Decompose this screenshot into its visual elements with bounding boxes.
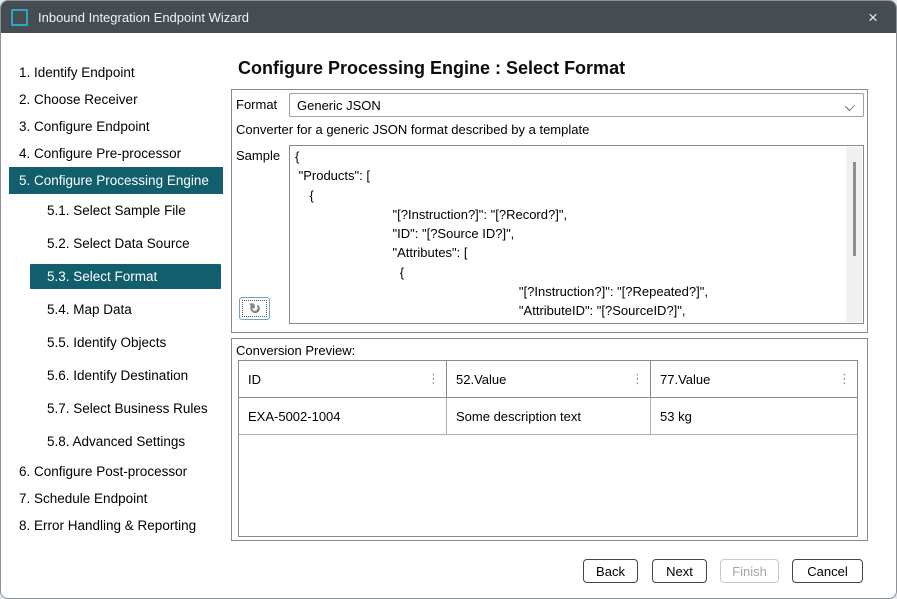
sidebar-item[interactable]: 5.7. Select Business Rules bbox=[1, 392, 231, 425]
table-header-row: ID ⋮ 52.Value ⋮ 77.Value ⋮ bbox=[239, 361, 857, 398]
column-menu-icon[interactable]: ⋮ bbox=[631, 373, 644, 386]
next-button[interactable]: Next bbox=[652, 559, 707, 583]
conversion-preview-label: Conversion Preview: bbox=[236, 343, 355, 358]
sidebar-item-label: 2. Choose Receiver bbox=[19, 92, 138, 107]
column-header-label: 52.Value bbox=[456, 372, 506, 387]
sidebar-item[interactable]: 5.3. Select Format bbox=[1, 260, 231, 293]
table-cell: 53 kg bbox=[651, 398, 857, 434]
column-header[interactable]: ID ⋮ bbox=[239, 361, 447, 397]
window-title: Inbound Integration Endpoint Wizard bbox=[38, 10, 249, 25]
back-button[interactable]: Back bbox=[583, 559, 638, 583]
format-dropdown-value: Generic JSON bbox=[297, 98, 381, 113]
wizard-dialog: Inbound Integration Endpoint Wizard × 1.… bbox=[0, 0, 897, 599]
sidebar-item-label: 8. Error Handling & Reporting bbox=[19, 518, 196, 533]
table-row[interactable]: EXA-5002-1004Some description text53 kg bbox=[239, 398, 857, 435]
format-description: Converter for a generic JSON format desc… bbox=[236, 122, 589, 137]
refresh-icon: ↻ bbox=[249, 302, 261, 316]
sidebar-item[interactable]: 5. Configure Processing Engine bbox=[9, 167, 223, 194]
chevron-down-icon bbox=[845, 101, 855, 111]
column-header-label: 77.Value bbox=[660, 372, 710, 387]
sidebar-item[interactable]: 6. Configure Post-processor bbox=[1, 458, 231, 485]
sidebar-item[interactable]: 5.2. Select Data Source bbox=[1, 227, 231, 260]
sidebar-item[interactable]: 8. Error Handling & Reporting bbox=[1, 512, 231, 539]
sidebar-item-label: 5.7. Select Business Rules bbox=[47, 401, 208, 416]
column-header[interactable]: 52.Value ⋮ bbox=[447, 361, 651, 397]
sample-scrollbar-thumb[interactable] bbox=[853, 162, 856, 256]
sample-code: { "Products": [ { "[?Instruction?]": "[?… bbox=[290, 146, 863, 324]
sidebar-item[interactable]: 5.1. Select Sample File bbox=[1, 194, 231, 227]
table-cell: EXA-5002-1004 bbox=[239, 398, 447, 434]
title-bar: Inbound Integration Endpoint Wizard × bbox=[1, 1, 896, 33]
sidebar-item-label: 5.2. Select Data Source bbox=[47, 236, 190, 251]
sidebar-item-label: 5.6. Identify Destination bbox=[47, 368, 188, 383]
sidebar-item[interactable]: 5.8. Advanced Settings bbox=[1, 425, 231, 458]
sample-code-area[interactable]: { "Products": [ { "[?Instruction?]": "[?… bbox=[289, 145, 864, 324]
sidebar-item-label: 3. Configure Endpoint bbox=[19, 119, 150, 134]
sidebar-item-label: 5.1. Select Sample File bbox=[47, 203, 186, 218]
close-icon[interactable]: × bbox=[850, 1, 896, 33]
sidebar-item[interactable]: 5.5. Identify Objects bbox=[1, 326, 231, 359]
sidebar-item-label: 5. Configure Processing Engine bbox=[19, 173, 209, 188]
sample-scrollbar[interactable] bbox=[846, 147, 862, 322]
table-cell: Some description text bbox=[447, 398, 651, 434]
sidebar-item[interactable]: 2. Choose Receiver bbox=[1, 86, 231, 113]
wizard-steps-sidebar: 1. Identify Endpoint 2. Choose Receiver 3.… bbox=[1, 33, 231, 598]
format-panel: Format Generic JSON Converter for a gene… bbox=[231, 89, 868, 333]
sidebar-item[interactable]: 5.6. Identify Destination bbox=[1, 359, 231, 392]
sidebar-item[interactable]: 4. Configure Pre-processor bbox=[1, 140, 231, 167]
conversion-preview-table: ID ⋮ 52.Value ⋮ 77.Value ⋮ EXA-5002-1004Some … bbox=[238, 360, 858, 537]
column-header-label: ID bbox=[248, 372, 261, 387]
sidebar-item-label: 4. Configure Pre-processor bbox=[19, 146, 181, 161]
table-body: EXA-5002-1004Some description text53 kg bbox=[239, 398, 857, 435]
sidebar-item[interactable]: 3. Configure Endpoint bbox=[1, 113, 231, 140]
sidebar-item[interactable]: 5.4. Map Data bbox=[1, 293, 231, 326]
format-label: Format bbox=[236, 97, 277, 112]
column-menu-icon[interactable]: ⋮ bbox=[838, 373, 851, 386]
sidebar-item-label: 5.8. Advanced Settings bbox=[47, 434, 185, 449]
sidebar-item-label: 5.3. Select Format bbox=[30, 264, 221, 289]
column-header[interactable]: 77.Value ⋮ bbox=[651, 361, 857, 397]
cancel-button[interactable]: Cancel bbox=[792, 559, 863, 583]
finish-button: Finish bbox=[720, 559, 779, 583]
sidebar-item-label: 7. Schedule Endpoint bbox=[19, 491, 147, 506]
sidebar-item-label: 5.4. Map Data bbox=[47, 302, 132, 317]
sidebar-item[interactable]: 1. Identify Endpoint bbox=[1, 59, 231, 86]
sidebar-item-label: 1. Identify Endpoint bbox=[19, 65, 135, 80]
conversion-preview-panel: Conversion Preview: ID⋮52.Value⋮77.Value… bbox=[231, 338, 868, 541]
app-icon bbox=[11, 9, 28, 26]
sidebar-item-label: 6. Configure Post-processor bbox=[19, 464, 187, 479]
column-menu-icon[interactable]: ⋮ bbox=[427, 373, 440, 386]
sample-label: Sample bbox=[236, 148, 280, 163]
refresh-button-focus: ↻ bbox=[243, 301, 266, 316]
sidebar-item-label: 5.5. Identify Objects bbox=[47, 335, 166, 350]
format-dropdown[interactable]: Generic JSON bbox=[289, 93, 864, 117]
refresh-button[interactable]: ↻ bbox=[239, 297, 270, 320]
page-title: Configure Processing Engine : Select For… bbox=[238, 58, 625, 79]
sidebar-item[interactable]: 7. Schedule Endpoint bbox=[1, 485, 231, 512]
